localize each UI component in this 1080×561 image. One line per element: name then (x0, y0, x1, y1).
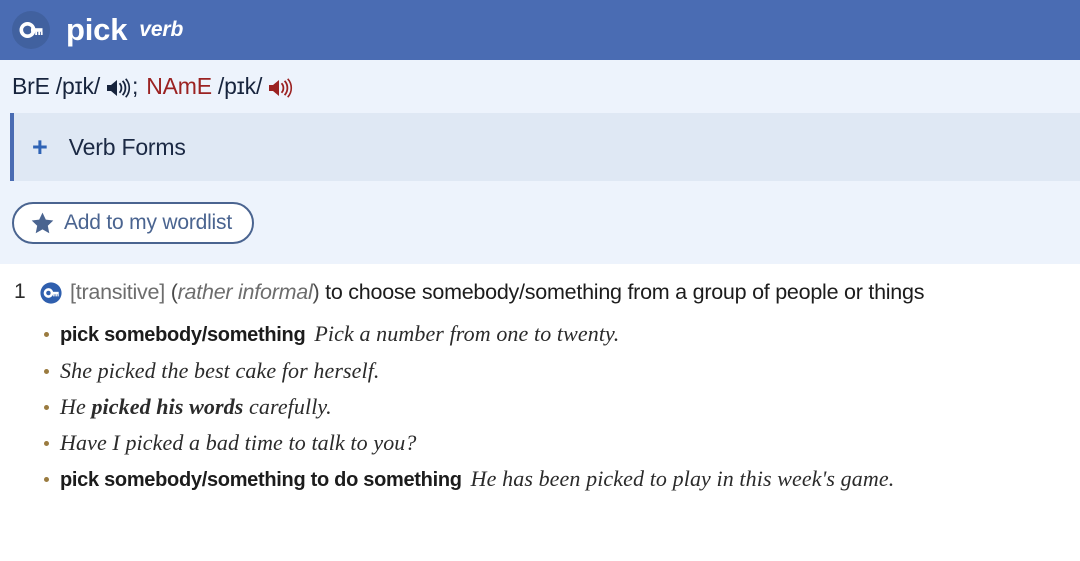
example-item: She picked the best cake for herself. (40, 358, 1070, 384)
example-text-before: He (60, 394, 92, 419)
example-item: pick somebody/something to do something H… (40, 466, 1070, 493)
collocation-pattern: pick somebody/something to do something (60, 469, 462, 491)
star-icon (30, 211, 55, 235)
part-of-speech: verb (139, 18, 184, 41)
name-label: NAmE (146, 73, 212, 99)
sense-body: [transitive] (rather informal) to choose… (40, 277, 1080, 503)
wordlist-section: Add to my wordlist (0, 181, 1080, 264)
key-icon (40, 282, 62, 315)
name-speaker-icon[interactable] (267, 77, 293, 99)
pronunciation-row: BrE /pɪk/ ; NAmE /pɪk/ (0, 60, 1080, 113)
bre-label: BrE (12, 73, 50, 99)
senses-list: 1 [transitive] (rather informal) to choo… (0, 264, 1080, 561)
entry-header: pick verb (0, 0, 1080, 60)
example-item: pick somebody/something Pick a number fro… (40, 321, 1070, 348)
example-text: Have I picked a bad time to talk to you? (60, 430, 417, 455)
examples-list: pick somebody/something Pick a number fro… (40, 321, 1070, 493)
example-text: He has been picked to play in this week'… (470, 466, 895, 491)
sense-item: 1 [transitive] (rather informal) to choo… (0, 264, 1080, 503)
definition-text: to choose somebody/something from a grou… (325, 280, 925, 304)
example-text: She picked the best cake for herself. (60, 358, 380, 383)
add-to-wordlist-button[interactable]: Add to my wordlist (12, 201, 254, 244)
sense-number: 1 (14, 280, 26, 303)
pronunciation-separator: ; (132, 73, 139, 99)
verb-forms-label: Verb Forms (68, 133, 186, 160)
dictionary-entry-page: pick verb BrE /pɪk/ ; NAmE /pɪk/ + Verb … (0, 0, 1080, 561)
bre-ipa: /pɪk/ (55, 73, 101, 99)
sense-definition-line: [transitive] (rather informal) to choose… (40, 277, 1070, 315)
grammar-label: [transitive] (70, 280, 165, 304)
register-label: rather informal (177, 280, 313, 304)
example-item: He picked his words carefully. (40, 394, 1070, 420)
verb-forms-toggle[interactable]: + Verb Forms (10, 113, 1080, 181)
example-text: Pick a number from one to twenty. (314, 321, 620, 346)
sense-definition-text: [transitive] (rather informal) to choose… (70, 277, 924, 307)
bre-speaker-icon[interactable] (105, 77, 131, 99)
add-to-wordlist-label: Add to my wordlist (64, 210, 232, 234)
register-open-paren: ( (170, 280, 178, 304)
page-title: pick (66, 12, 128, 47)
key-icon (12, 11, 50, 49)
verb-forms-section: + Verb Forms (0, 113, 1080, 181)
example-highlight: picked his words (91, 394, 244, 419)
example-text-after: carefully. (243, 394, 332, 419)
example-item: Have I picked a bad time to talk to you? (40, 430, 1070, 456)
plus-icon: + (32, 131, 48, 162)
name-ipa: /pɪk/ (217, 73, 263, 99)
collocation-pattern: pick somebody/something (60, 324, 306, 346)
